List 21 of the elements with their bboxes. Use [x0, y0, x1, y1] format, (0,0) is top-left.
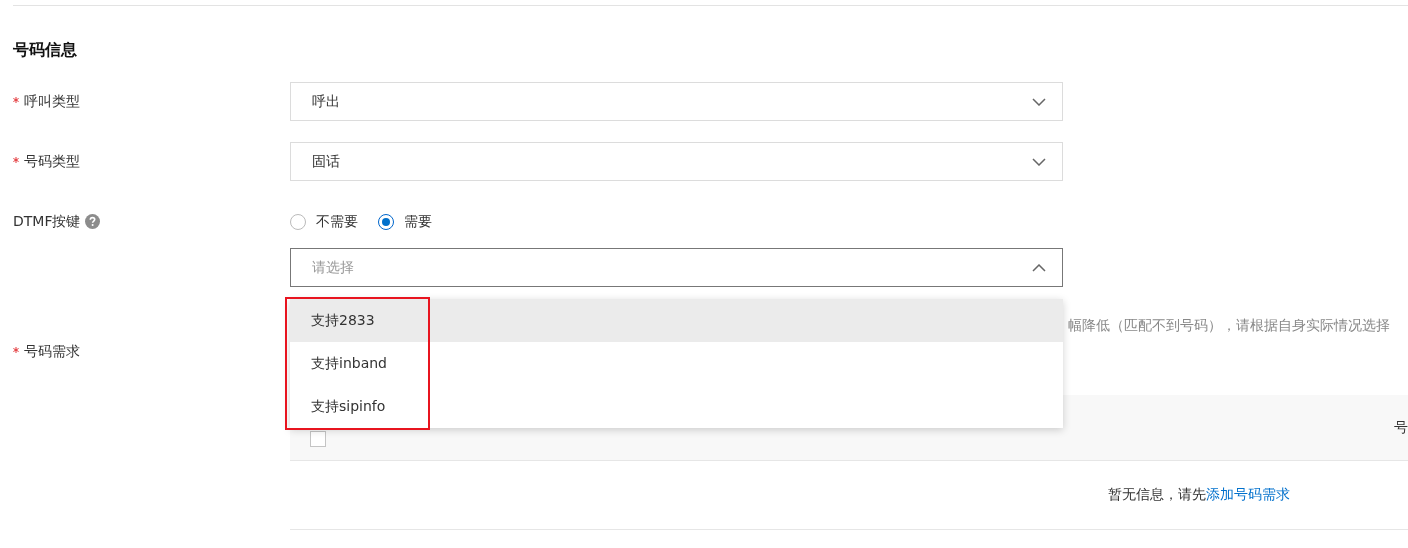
select-field[interactable]: 固话 — [290, 142, 1063, 181]
section-title: 号码信息 — [13, 39, 78, 61]
dropdown-option[interactable]: 支持sipinfo — [290, 385, 1063, 428]
dropdown-option[interactable]: 支持inband — [290, 342, 1063, 385]
radio-label[interactable]: 需要 — [404, 212, 432, 231]
chevron-down-icon — [1032, 157, 1046, 166]
chevron-up-icon — [1032, 263, 1046, 272]
field-label: 呼叫类型 — [24, 92, 80, 111]
column-header: 号 — [1394, 418, 1408, 437]
add-requirement-link[interactable]: 添加号码需求 — [1206, 486, 1290, 502]
chevron-down-icon — [1032, 97, 1046, 106]
dropdown-option[interactable]: 支持2833 — [290, 299, 1063, 342]
empty-message: 暂无信息，请先添加号码需求 — [1108, 486, 1290, 504]
radio-label[interactable]: 不需要 — [316, 212, 358, 231]
field-label: 号码类型 — [24, 152, 80, 171]
hint-text: 幅降低（匹配不到号码），请根据自身实际情况选择 — [1068, 317, 1390, 333]
select-field[interactable]: 呼出 — [290, 82, 1063, 121]
field-label: DTMF按键 — [13, 212, 81, 231]
checkbox[interactable] — [310, 431, 326, 447]
help-icon[interactable] — [85, 214, 101, 229]
field-label: 号码需求 — [24, 342, 80, 361]
